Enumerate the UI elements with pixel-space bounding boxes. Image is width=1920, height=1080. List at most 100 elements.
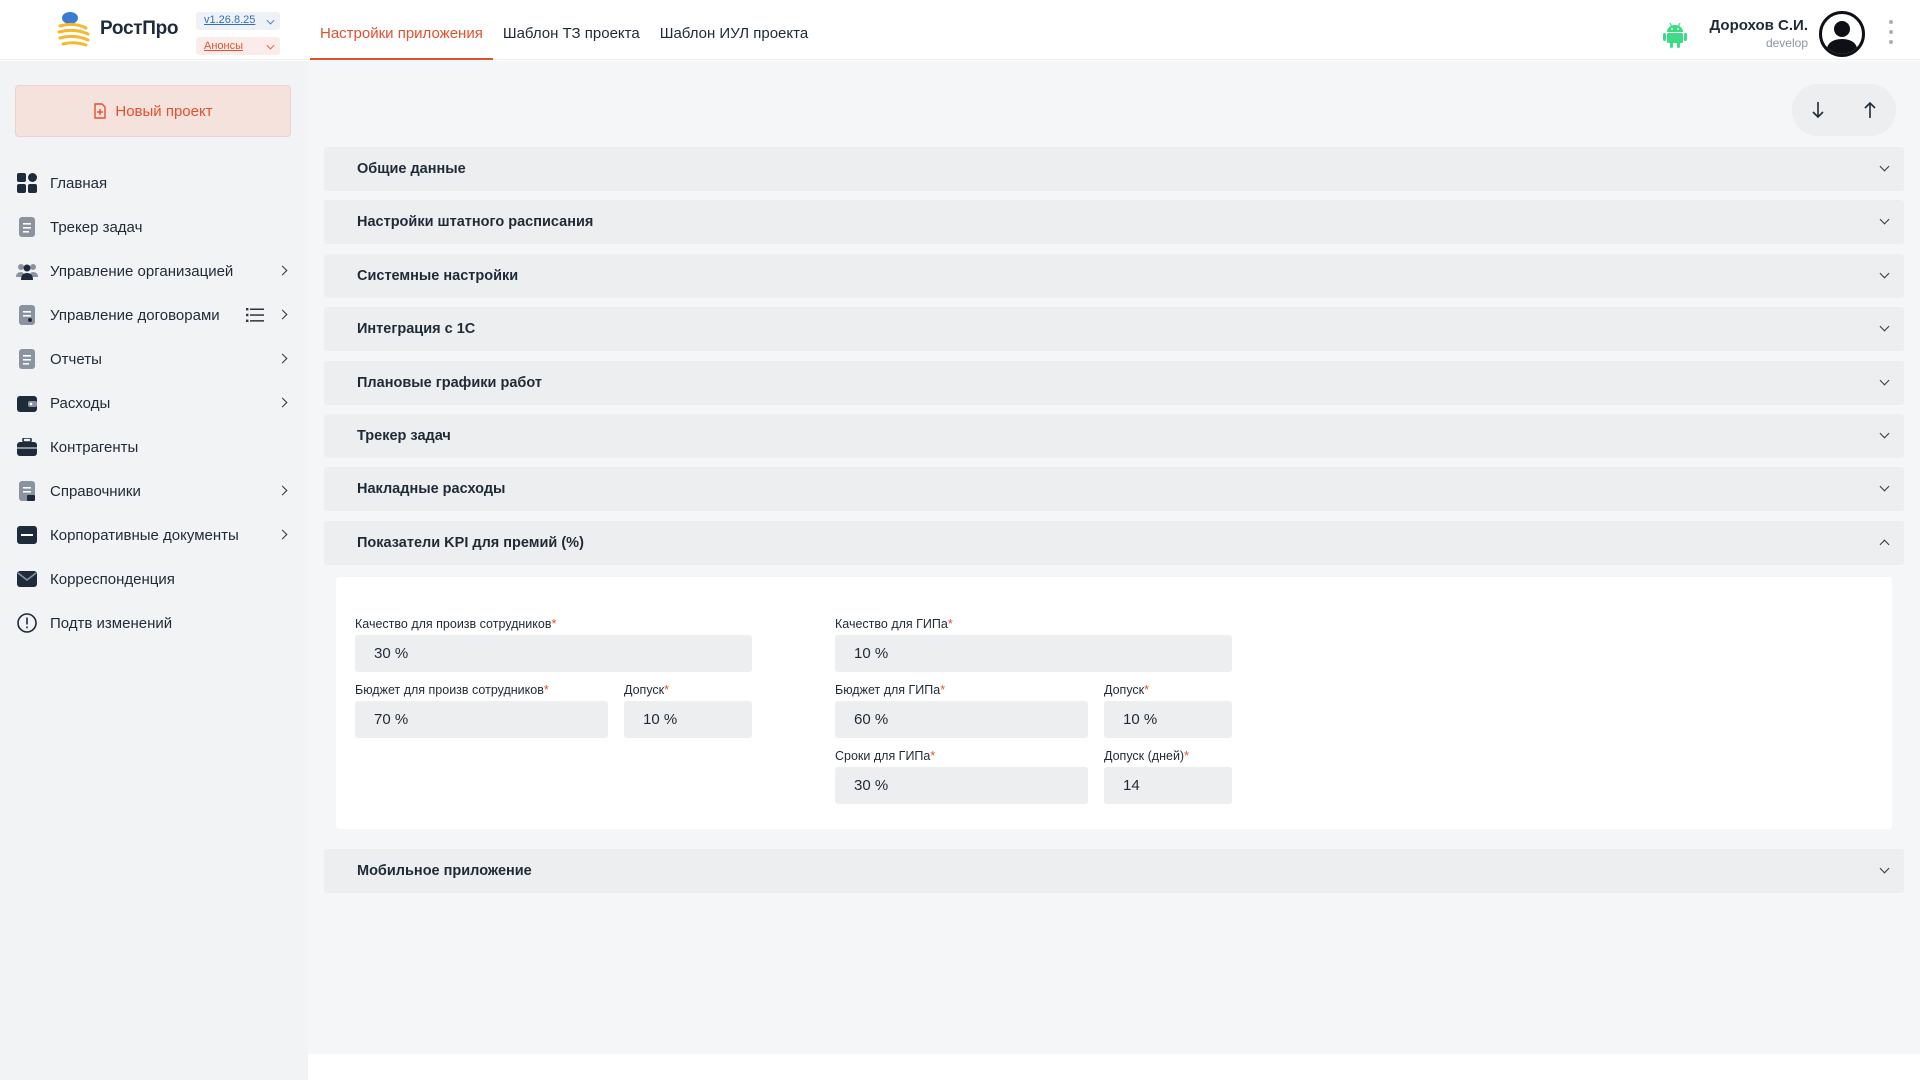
chevron-up-icon <box>1879 539 1890 550</box>
section-overhead-costs[interactable]: Накладные расходы <box>324 467 1904 511</box>
chevron-down-icon <box>1879 375 1890 386</box>
section-title: Общие данные <box>357 161 466 177</box>
sidebar-item-org-management[interactable]: Управление организацией <box>0 249 308 293</box>
kpi-form: Качество для произв сотрудников* Бюджет … <box>336 577 1892 829</box>
section-staffing-settings[interactable]: Настройки штатного расписания <box>324 200 1904 244</box>
version-select[interactable]: v1.26.8.25 <box>196 12 280 30</box>
budget-gip-label: Бюджет для ГИПа* <box>835 683 946 697</box>
user-name: Дорохов С.И. <box>1709 17 1808 34</box>
avatar[interactable] <box>1819 11 1865 57</box>
announcements-select[interactable]: Анонсы <box>196 37 280 55</box>
contract-icon <box>16 304 38 326</box>
collapse-all-button[interactable] <box>1854 94 1886 126</box>
document-icon <box>16 348 38 370</box>
chevron-right-icon <box>277 309 288 320</box>
sidebar-item-label: Подтв изменений <box>50 614 173 632</box>
app-header: РостПро v1.26.8.25 Анонсы Настройки прил… <box>0 0 1920 60</box>
sidebar-item-label: Управление организацией <box>50 262 234 280</box>
list-icon[interactable] <box>246 308 264 322</box>
chevron-right-icon <box>277 485 288 496</box>
quality-staff-input[interactable] <box>355 635 752 672</box>
tolerance-gip-input[interactable] <box>1104 701 1232 738</box>
sidebar-item-references[interactable]: Справочники <box>0 469 308 513</box>
section-task-tracker[interactable]: Трекер задач <box>324 414 1904 458</box>
sidebar-item-corporate-docs[interactable]: Корпоративные документы <box>0 513 308 557</box>
sidebar-item-label: Справочники <box>50 482 141 500</box>
file-plus-icon <box>94 103 107 119</box>
section-title: Трекер задач <box>357 428 451 444</box>
budget-staff-label: Бюджет для произв сотрудников* <box>355 683 549 697</box>
logo[interactable]: РостПро <box>56 10 179 48</box>
section-title: Накладные расходы <box>357 481 506 497</box>
book-icon <box>16 480 38 502</box>
version-label: v1.26.8.25 <box>204 14 256 26</box>
document-icon <box>16 216 38 238</box>
wallet-icon <box>16 392 38 414</box>
chevron-right-icon <box>277 353 288 364</box>
chevron-down-icon <box>1879 481 1890 492</box>
quality-staff-label: Качество для произв сотрудников* <box>355 617 557 631</box>
section-title: Настройки штатного расписания <box>357 214 594 230</box>
chevron-down-icon <box>1879 161 1890 172</box>
sidebar-item-reports[interactable]: Отчеты <box>0 337 308 381</box>
sort-controls <box>1792 84 1896 136</box>
envelope-icon <box>16 568 38 590</box>
section-title: Системные настройки <box>357 268 519 284</box>
section-title: Мобильное приложение <box>357 863 532 879</box>
chevron-right-icon <box>277 265 288 276</box>
section-kpi-bonuses[interactable]: Показатели KPI для премий (%) <box>324 521 1904 565</box>
sidebar-item-confirm-changes[interactable]: Подтв изменений <box>0 601 308 645</box>
user-role: develop <box>1765 36 1808 50</box>
new-project-label: Новый проект <box>115 102 213 120</box>
main-content: Общие данные Настройки штатного расписан… <box>308 61 1920 1054</box>
logo-icon <box>56 10 92 48</box>
tab-tz-template[interactable]: Шаблон ТЗ проекта <box>493 0 650 60</box>
chevron-down-icon <box>266 41 275 50</box>
sidebar-item-label: Корпоративные документы <box>50 526 239 544</box>
sidebar-item-home[interactable]: Главная <box>0 161 308 205</box>
tolerance-staff-input[interactable] <box>624 701 752 738</box>
alert-circle-icon <box>16 612 38 634</box>
more-menu-icon[interactable] <box>1888 20 1894 44</box>
deadline-gip-label: Сроки для ГИПа* <box>835 749 936 763</box>
section-system-settings[interactable]: Системные настройки <box>324 254 1904 298</box>
sidebar-item-label: Трекер задач <box>50 218 143 236</box>
deadline-gip-input[interactable] <box>835 767 1088 804</box>
section-title: Интеграция с 1С <box>357 321 476 337</box>
sidebar-item-counterparties[interactable]: Контрагенты <box>0 425 308 469</box>
sidebar: Новый проект Главная Трекер задач Управл… <box>0 61 308 1080</box>
quality-gip-label: Качество для ГИПа* <box>835 617 953 631</box>
chevron-down-icon <box>1879 214 1890 225</box>
sidebar-item-label: Главная <box>50 174 108 192</box>
tab-app-settings[interactable]: Настройки приложения <box>310 0 493 60</box>
chevron-down-icon <box>1879 321 1890 332</box>
sidebar-item-expenses[interactable]: Расходы <box>0 381 308 425</box>
budget-staff-input[interactable] <box>355 701 608 738</box>
budget-gip-input[interactable] <box>835 701 1088 738</box>
arrow-up-icon <box>1864 101 1876 118</box>
announcements-label: Анонсы <box>204 40 244 52</box>
quality-gip-input[interactable] <box>835 635 1232 672</box>
expand-all-button[interactable] <box>1802 94 1834 126</box>
android-icon[interactable] <box>1663 22 1687 48</box>
chevron-right-icon <box>277 529 288 540</box>
section-general-data[interactable]: Общие данные <box>324 147 1904 191</box>
sidebar-nav: Главная Трекер задач Управление организа… <box>0 161 308 645</box>
section-1c-integration[interactable]: Интеграция с 1С <box>324 307 1904 351</box>
chevron-down-icon <box>266 16 275 25</box>
tolerance-days-label: Допуск (дней)* <box>1104 749 1189 763</box>
sidebar-item-label: Корреспонденция <box>50 570 175 588</box>
sidebar-item-correspondence[interactable]: Корреспонденция <box>0 557 308 601</box>
section-mobile-app[interactable]: Мобильное приложение <box>324 849 1904 893</box>
chevron-down-icon <box>1879 268 1890 279</box>
new-project-button[interactable]: Новый проект <box>15 85 291 137</box>
tab-iul-template[interactable]: Шаблон ИУЛ проекта <box>650 0 818 60</box>
sidebar-item-task-tracker[interactable]: Трекер задач <box>0 205 308 249</box>
section-work-schedules[interactable]: Плановые графики работ <box>324 361 1904 405</box>
sidebar-item-label: Управление договорами <box>50 306 220 324</box>
logo-text: РостПро <box>100 18 179 39</box>
sidebar-item-label: Отчеты <box>50 350 102 368</box>
section-title: Показатели KPI для премий (%) <box>357 535 584 551</box>
tolerance-days-input[interactable] <box>1104 767 1232 804</box>
sidebar-item-contracts[interactable]: Управление договорами <box>0 293 308 337</box>
